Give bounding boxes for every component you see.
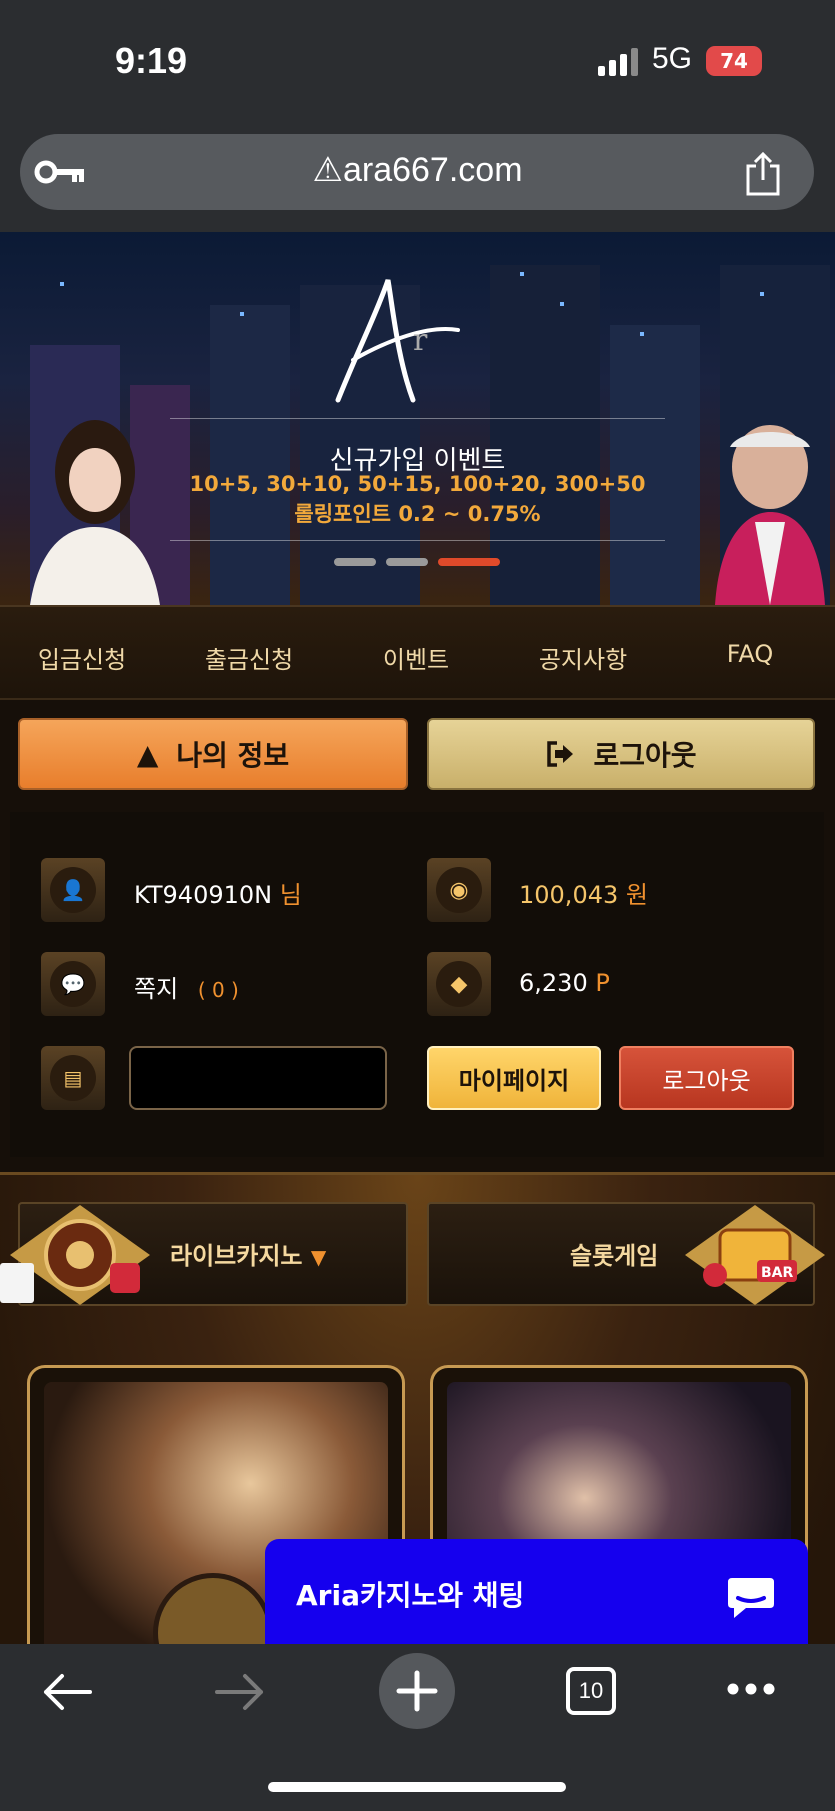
logout-top-label: 로그아웃 — [593, 739, 697, 772]
more-options-icon[interactable] — [726, 1682, 776, 1696]
back-arrow-icon[interactable] — [40, 1670, 92, 1714]
my-info-button[interactable]: ▲ 나의 정보 — [18, 718, 408, 790]
diamond-icon-box: ◆ — [427, 952, 491, 1016]
points-unit: P — [595, 969, 610, 997]
messages-row[interactable]: 쪽지 ( 0 ) — [134, 969, 239, 1004]
battery-indicator: 74 — [706, 46, 762, 76]
nav-withdraw[interactable]: 출금신청 — [174, 640, 324, 675]
nav-deposit[interactable]: 입금신청 — [7, 640, 157, 675]
status-time: 9:19 — [115, 40, 188, 81]
slide-dot-2[interactable] — [386, 558, 428, 566]
logout-icon — [547, 741, 574, 767]
balance-row: 100,043 원 — [519, 875, 648, 910]
home-indicator — [268, 1782, 566, 1792]
signal-icon — [598, 48, 638, 76]
banner-model-image — [30, 420, 160, 605]
chat-icon[interactable] — [726, 1574, 776, 1620]
caret-up-icon: ▲ — [136, 737, 159, 771]
svg-text:r: r — [413, 323, 428, 358]
logout-top-button[interactable]: 로그아웃 — [427, 718, 815, 790]
nav-event[interactable]: 이벤트 — [341, 640, 491, 675]
brand-logo: r — [335, 279, 460, 403]
balance-value: 100,043 — [519, 881, 619, 909]
url-text[interactable]: ⚠ara667.com — [0, 150, 835, 190]
tab-switcher-button[interactable]: 10 — [566, 1667, 616, 1715]
wallet-icon: ▤ — [63, 1066, 83, 1090]
message-icon-box[interactable]: 💬 — [41, 952, 105, 1016]
tab-count: 10 — [578, 1678, 604, 1703]
messages-count: ( 0 ) — [197, 978, 239, 1002]
wallet-icon-box: ▤ — [41, 1046, 105, 1110]
points-value: 6,230 — [519, 969, 588, 997]
diamond-icon: ◆ — [450, 971, 468, 997]
live-casino-text: 라이브카지노 — [170, 1242, 303, 1270]
chat-widget-label[interactable]: Aria카지노와 채팅 — [296, 1574, 524, 1614]
nav-faq[interactable]: FAQ — [675, 640, 825, 668]
tab-slot-game-label[interactable]: 슬롯게임 — [570, 1236, 658, 1271]
username-honorific: 님 — [279, 881, 302, 909]
dropdown-caret-icon: ▼ — [310, 1245, 327, 1269]
banner-character-image — [715, 425, 825, 605]
coins-icon: ◉ — [449, 877, 469, 903]
balance-currency: 원 — [625, 881, 648, 909]
username: KT940910N — [134, 881, 273, 909]
tab-live-casino-label[interactable]: 라이브카지노 ▼ — [170, 1236, 326, 1271]
mypage-button[interactable]: 마이페이지 — [427, 1046, 601, 1110]
user-icon: 👤 — [60, 878, 86, 902]
slot-machine-icon: BAR — [685, 1205, 825, 1305]
points-row: 6,230 P — [519, 969, 610, 997]
url-value: ara667.com — [342, 151, 523, 189]
chat-bubble-icon: 💬 — [60, 972, 86, 996]
network-label: 5G — [652, 42, 693, 75]
banner-divider-top — [170, 418, 665, 419]
roulette-icon — [0, 1205, 150, 1305]
username-row: KT940910N 님 — [134, 875, 302, 910]
banner-divider-bottom — [170, 540, 665, 541]
slide-dot-3[interactable] — [438, 558, 500, 566]
svg-text:BAR: BAR — [761, 1265, 794, 1281]
slide-dot-1[interactable] — [334, 558, 376, 566]
user-icon-box: 👤 — [41, 858, 105, 922]
account-input[interactable] — [129, 1046, 387, 1110]
new-tab-icon[interactable] — [379, 1653, 455, 1729]
my-info-label: 나의 정보 — [176, 739, 290, 772]
logout-button[interactable]: 로그아웃 — [619, 1046, 794, 1110]
battery-level: 74 — [720, 49, 748, 73]
nav-notice[interactable]: 공지사항 — [508, 640, 658, 675]
forward-arrow-icon[interactable] — [215, 1670, 267, 1714]
coins-icon-box: ◉ — [427, 858, 491, 922]
warning-icon: ⚠ — [312, 151, 343, 189]
share-icon[interactable] — [744, 152, 782, 196]
messages-label: 쪽지 — [134, 975, 179, 1003]
